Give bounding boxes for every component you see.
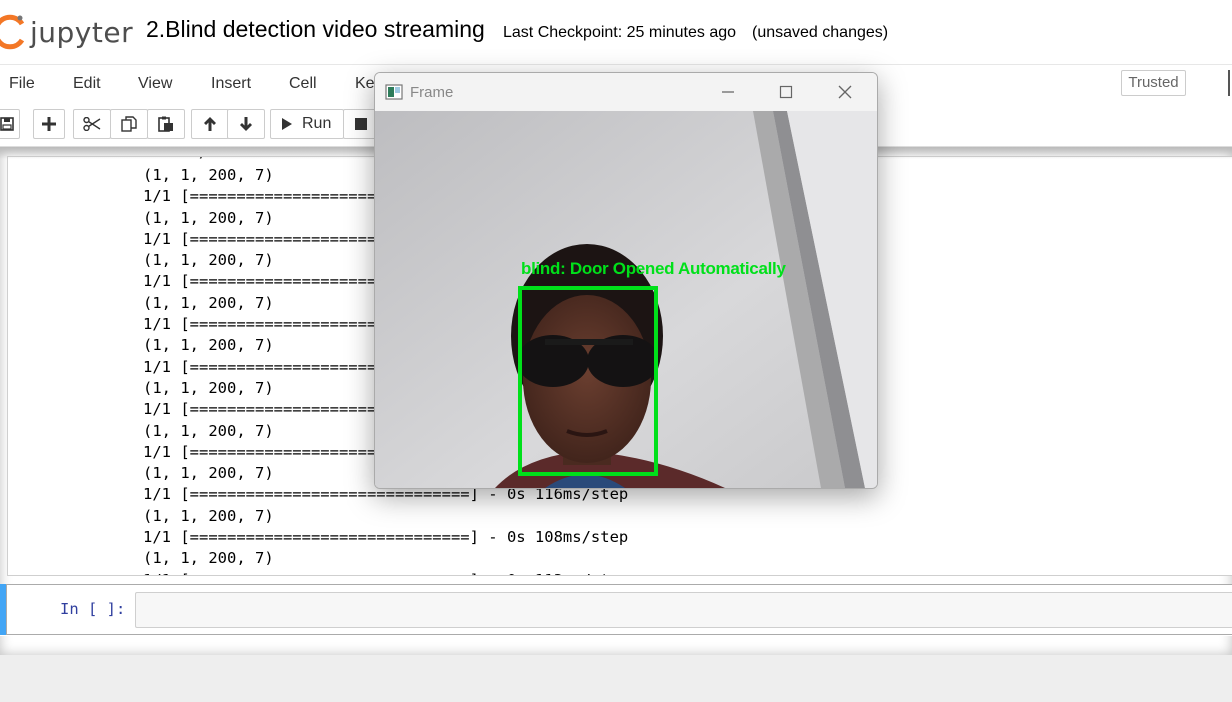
code-input[interactable]: [135, 592, 1232, 628]
trusted-indicator[interactable]: Trusted: [1121, 70, 1186, 96]
menu-insert[interactable]: Insert: [211, 75, 251, 93]
menu-view[interactable]: View: [138, 75, 172, 93]
paste-icon: [158, 116, 173, 132]
minimize-button[interactable]: [713, 81, 743, 103]
output-line: 1/1 [==============================] - 0…: [143, 528, 629, 547]
save-status: (unsaved changes): [752, 24, 889, 41]
video-frame-image: [375, 111, 877, 488]
video-feed: blind: Door Opened Automatically: [375, 111, 877, 488]
save-button[interactable]: [0, 109, 20, 139]
logo-text: jupyter: [30, 15, 134, 49]
maximize-icon: [779, 85, 793, 99]
paste-button[interactable]: [147, 109, 185, 139]
frame-window[interactable]: Frame blind: Door Opened Automatically: [374, 72, 878, 489]
run-button[interactable]: Run: [270, 109, 344, 139]
copy-icon: [121, 116, 137, 132]
minimize-icon: [722, 91, 734, 93]
input-prompt: In [ ]:: [60, 600, 126, 618]
move-up-button[interactable]: [191, 109, 229, 139]
menu-cell[interactable]: Cell: [289, 75, 317, 93]
frame-titlebar[interactable]: Frame: [375, 73, 877, 111]
maximize-button[interactable]: [771, 81, 801, 103]
output-line: (1, 1, 200, 7): [143, 549, 274, 568]
menu-file[interactable]: File: [9, 75, 35, 93]
copy-button[interactable]: [110, 109, 148, 139]
output-line: 1/1 [==============================] - 0…: [143, 570, 628, 575]
save-icon: [0, 117, 14, 131]
checkpoint-status: Last Checkpoint: 25 minutes ago: [503, 24, 737, 41]
arrow-up-icon: [204, 117, 216, 131]
kernel-indicator: [1228, 70, 1230, 96]
jupyter-logo[interactable]: jupyter: [0, 14, 133, 50]
move-down-button[interactable]: [227, 109, 265, 139]
add-icon: [42, 117, 56, 131]
close-icon: [838, 85, 852, 99]
menu-kernel[interactable]: Ke: [355, 75, 375, 93]
menu-edit[interactable]: Edit: [73, 75, 101, 93]
cut-button[interactable]: [73, 109, 111, 139]
scissors-icon: [83, 117, 101, 131]
notebook-header: jupyter 2.Blind detection video streamin…: [0, 0, 1232, 65]
notebook-title[interactable]: 2.Blind detection video streaming: [146, 16, 485, 43]
jupyter-logo-icon: [0, 14, 24, 50]
close-button[interactable]: [830, 81, 860, 103]
window-app-icon: [385, 84, 403, 100]
detection-label: blind: Door Opened Automatically: [521, 259, 786, 278]
play-icon: [282, 118, 292, 130]
frame-title: Frame: [410, 84, 454, 101]
stop-icon: [355, 118, 367, 130]
run-label: Run: [302, 115, 332, 132]
selected-cell-indicator: [0, 584, 6, 635]
arrow-down-icon: [240, 117, 252, 131]
add-cell-button[interactable]: [33, 109, 65, 139]
output-line: (1, 1, 200, 7): [143, 506, 274, 525]
